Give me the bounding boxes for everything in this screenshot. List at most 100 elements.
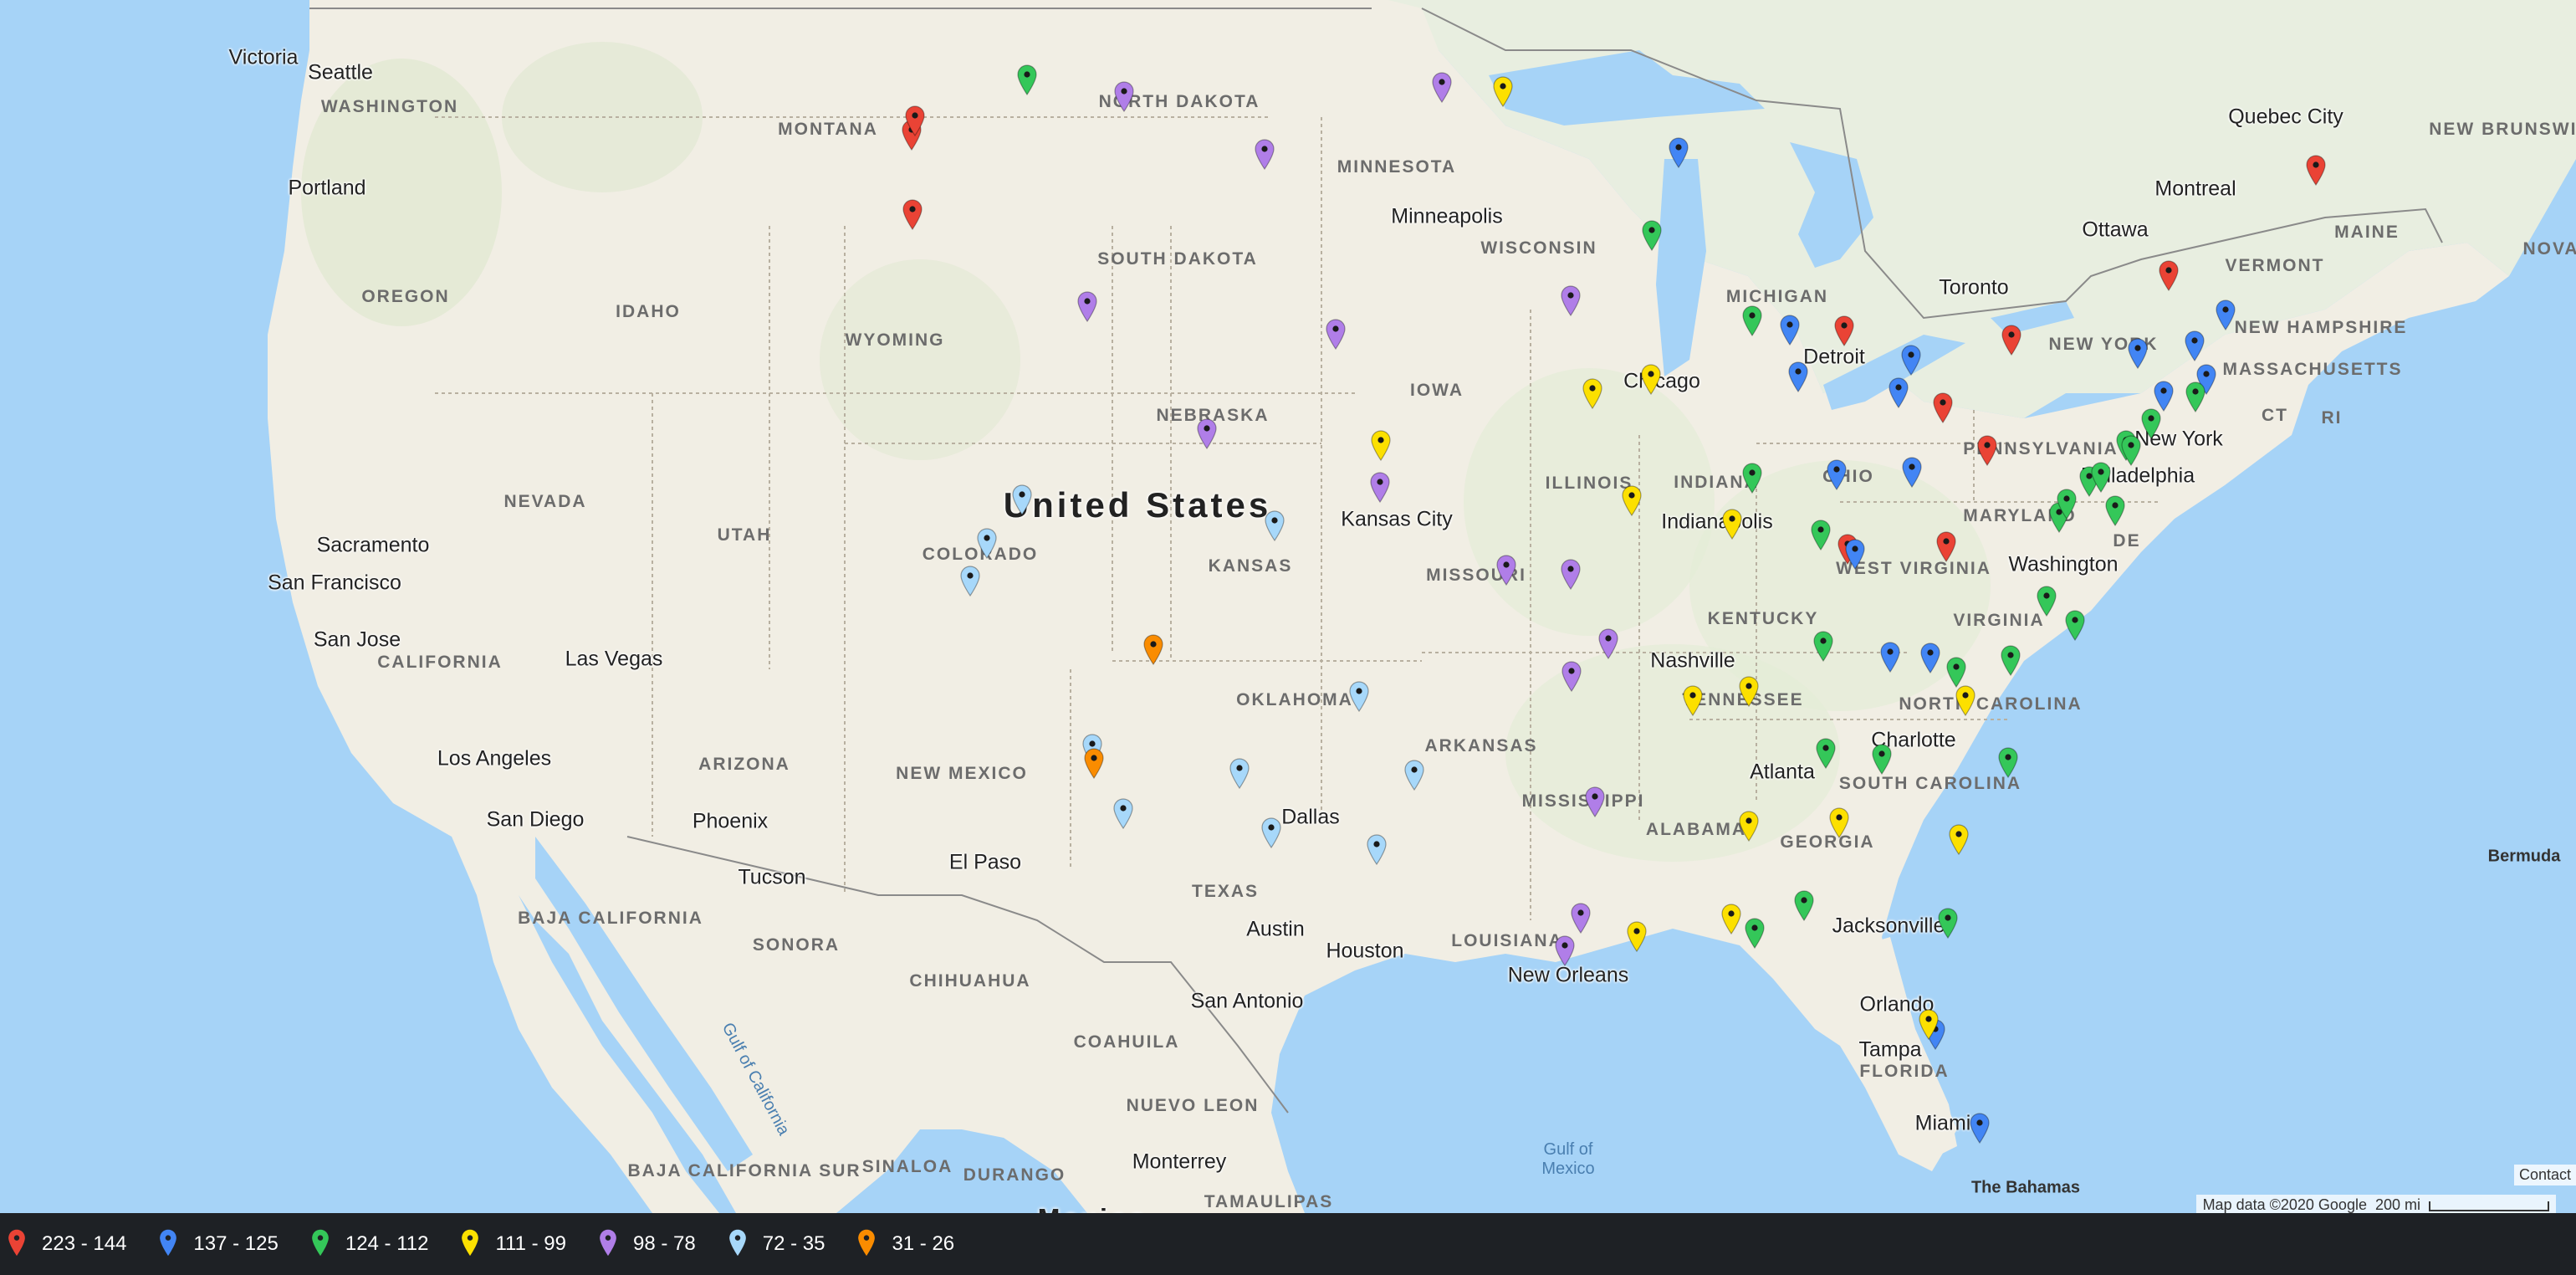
map-marker-purple[interactable] [1560, 284, 1582, 316]
map-marker-lightblue[interactable] [959, 565, 981, 597]
map-marker-lightblue[interactable] [1366, 833, 1388, 866]
map-marker-purple[interactable] [1431, 71, 1453, 103]
map-marker-green[interactable] [1815, 737, 1837, 769]
map-marker-yellow[interactable] [1492, 75, 1514, 107]
map-marker-purple[interactable] [1554, 934, 1576, 966]
map-marker-lightblue[interactable] [1348, 680, 1370, 713]
contact-link[interactable]: Contact [2513, 1165, 2576, 1185]
map-marker-green[interactable] [1741, 305, 1763, 336]
map-marker-yellow[interactable] [1948, 823, 1970, 856]
map-marker-green[interactable] [1741, 462, 1763, 494]
map-marker-blue[interactable] [1844, 538, 1866, 570]
map-marker-red[interactable] [1833, 315, 1855, 347]
map-marker-purple[interactable] [1369, 471, 1391, 503]
city-label-tampa: Tampa [1858, 1037, 1922, 1062]
map-marker-green[interactable] [2120, 434, 2142, 467]
map-marker-purple[interactable] [1584, 786, 1606, 818]
city-label-nashville: Nashville [1650, 648, 1735, 673]
map-marker-blue[interactable] [2215, 299, 2236, 330]
map-marker-green[interactable] [1744, 917, 1766, 949]
region-label-alabama: ALABAMA [1645, 820, 1747, 839]
map-marker-blue[interactable] [1900, 344, 1922, 376]
map-marker-lightblue[interactable] [1260, 817, 1282, 849]
map-marker-yellow[interactable] [1738, 810, 1760, 842]
map-marker-green[interactable] [2000, 644, 2021, 676]
map-marker-green[interactable] [1997, 746, 2019, 778]
map-canvas[interactable]: WASHINGTON MONTANA NORTH DAKOTA MINNESOTA SO… [0, 0, 2576, 1245]
map-marker-green[interactable] [1793, 889, 1815, 922]
map-marker-yellow[interactable] [1640, 363, 1662, 396]
legend-label: 98 - 78 [633, 1232, 696, 1255]
region-label-louisiana: LOUISIANA [1451, 931, 1563, 950]
map-marker-lightblue[interactable] [976, 527, 998, 559]
map-marker-blue[interactable] [1888, 376, 1909, 408]
legend-pin-icon [598, 1228, 633, 1261]
map-marker-green[interactable] [1937, 907, 1959, 939]
map-marker-yellow[interactable] [1720, 903, 1742, 934]
map-marker-purple[interactable] [1325, 318, 1347, 351]
map-marker-purple[interactable] [1495, 554, 1517, 586]
map-marker-green[interactable] [2140, 407, 2162, 439]
map-marker-green[interactable] [2104, 494, 2126, 526]
map-marker-red[interactable] [1932, 392, 1954, 423]
city-label-san-diego: San Diego [486, 807, 585, 832]
map-marker-red[interactable] [2158, 259, 2180, 291]
region-label-vermont: VERMONT [2225, 256, 2325, 275]
map-marker-red[interactable] [902, 198, 923, 230]
map-marker-blue[interactable] [1779, 314, 1801, 346]
map-marker-lightblue[interactable] [1112, 797, 1134, 829]
map-marker-red[interactable] [2001, 324, 2022, 356]
map-marker-lightblue[interactable] [1403, 759, 1425, 791]
map-marker-green[interactable] [1945, 656, 1967, 689]
map-marker-purple[interactable] [1196, 417, 1218, 450]
map-marker-blue[interactable] [1919, 642, 1941, 673]
map-marker-yellow[interactable] [1621, 484, 1643, 516]
map-marker-yellow[interactable] [1955, 684, 1976, 717]
map-marker-yellow[interactable] [1582, 377, 1603, 409]
map-marker-blue[interactable] [1969, 1112, 1991, 1144]
map-marker-blue[interactable] [1826, 458, 1848, 491]
city-label-tucson: Tucson [738, 865, 806, 889]
map-marker-purple[interactable] [1076, 290, 1098, 323]
map-marker-purple[interactable] [1597, 627, 1619, 660]
map-marker-blue[interactable] [1668, 136, 1689, 168]
map-marker-yellow[interactable] [1738, 675, 1760, 708]
map-marker-blue[interactable] [1901, 456, 1923, 488]
map-marker-yellow[interactable] [1918, 1008, 1940, 1041]
map-marker-red[interactable] [2305, 154, 2327, 186]
map-marker-blue[interactable] [2184, 330, 2205, 362]
region-label-chihuahua: CHIHUAHUA [909, 971, 1031, 991]
map-marker-green[interactable] [2185, 381, 2206, 413]
map-marker-red[interactable] [1976, 434, 1998, 467]
map-marker-blue[interactable] [2127, 337, 2149, 369]
map-marker-purple[interactable] [1113, 80, 1135, 112]
map-marker-purple[interactable] [1254, 138, 1275, 170]
map-marker-green[interactable] [2036, 585, 2057, 617]
map-marker-orange[interactable] [1083, 747, 1105, 779]
map-marker-purple[interactable] [1570, 902, 1592, 934]
map-marker-blue[interactable] [1879, 641, 1901, 673]
map-marker-green[interactable] [1016, 64, 1038, 96]
city-label-san-antonio: San Antonio [1190, 989, 1304, 1013]
map-marker-blue[interactable] [1787, 361, 1809, 392]
map-marker-yellow[interactable] [1721, 508, 1743, 540]
map-marker-red[interactable] [1935, 530, 1957, 563]
map-marker-lightblue[interactable] [1011, 484, 1033, 515]
map-marker-lightblue[interactable] [1264, 509, 1285, 542]
map-marker-yellow[interactable] [1682, 684, 1704, 716]
map-marker-green[interactable] [1810, 519, 1832, 550]
map-marker-green[interactable] [1812, 630, 1834, 663]
map-marker-yellow[interactable] [1370, 429, 1392, 461]
map-marker-yellow[interactable] [1626, 920, 1648, 953]
map-marker-green[interactable] [1871, 743, 1893, 775]
map-marker-purple[interactable] [1561, 660, 1582, 693]
map-marker-orange[interactable] [1142, 633, 1164, 665]
map-marker-green[interactable] [2056, 488, 2078, 520]
map-marker-green[interactable] [2064, 609, 2086, 641]
map-marker-green[interactable] [1641, 219, 1663, 252]
map-marker-yellow[interactable] [1828, 806, 1850, 839]
map-marker-green[interactable] [2090, 461, 2112, 494]
map-marker-red[interactable] [904, 105, 926, 137]
map-marker-purple[interactable] [1560, 558, 1582, 591]
map-marker-lightblue[interactable] [1229, 757, 1250, 789]
